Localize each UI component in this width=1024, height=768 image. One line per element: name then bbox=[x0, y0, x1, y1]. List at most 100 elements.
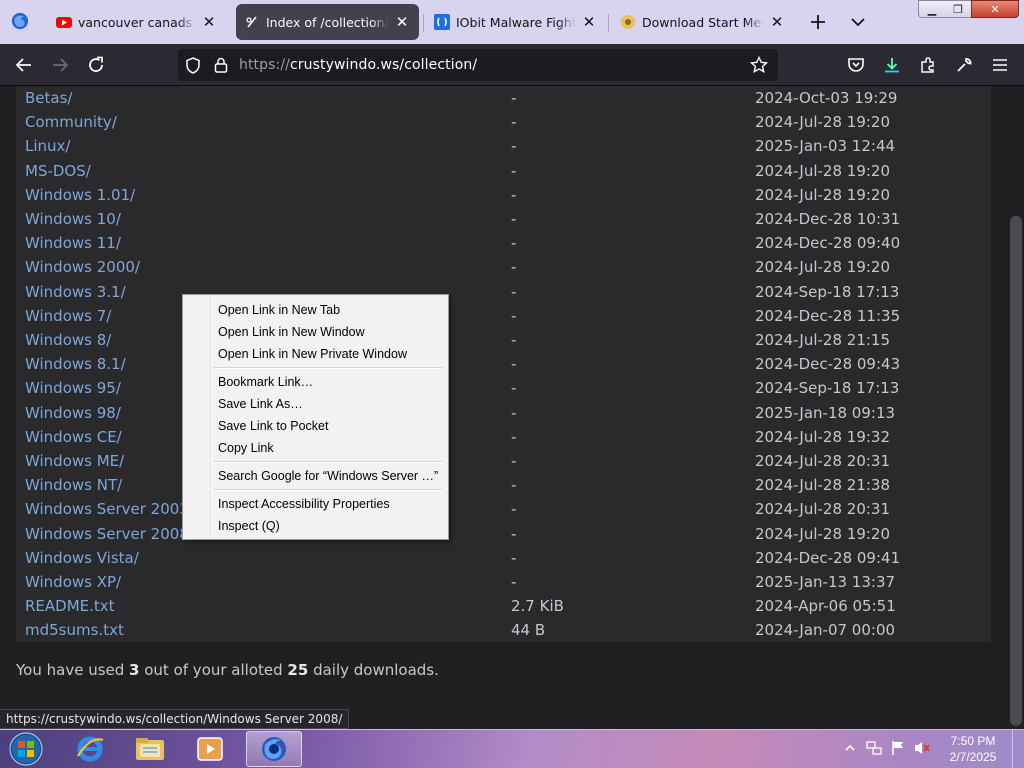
file-link[interactable]: Windows 2000/ bbox=[25, 258, 140, 276]
tab-index-collection[interactable]: Index of /collection/ ✕ bbox=[236, 4, 419, 40]
taskbar-file-explorer[interactable] bbox=[122, 731, 178, 767]
shield-icon[interactable] bbox=[183, 55, 203, 75]
taskbar-clock[interactable]: 7:50 PM 2/7/2025 bbox=[938, 733, 1008, 765]
usage-limit-count: 25 bbox=[287, 661, 309, 679]
link-context-menu: Open Link in New Tab Open Link in New Win… bbox=[182, 294, 449, 540]
file-link[interactable]: Windows 1.01/ bbox=[25, 186, 135, 204]
action-center-tray-icon[interactable] bbox=[890, 740, 906, 756]
taskbar-internet-explorer[interactable] bbox=[62, 731, 118, 767]
tab-iobit[interactable]: IObit Malware Fighter Download ✕ bbox=[426, 4, 606, 40]
file-link[interactable]: md5sums.txt bbox=[25, 621, 124, 639]
network-tray-icon[interactable] bbox=[866, 740, 882, 756]
listing-row: Windows 7/ - 2024-Dec-28 11:35 bbox=[16, 304, 991, 328]
pocket-button[interactable] bbox=[842, 51, 870, 79]
context-menu-item[interactable]: Bookmark Link… bbox=[218, 375, 313, 389]
list-all-tabs-button[interactable] bbox=[844, 8, 872, 36]
file-link[interactable]: Windows 8/ bbox=[25, 331, 111, 349]
close-tab-icon[interactable]: ✕ bbox=[200, 13, 218, 31]
file-date: 2024-Dec-28 11:35 bbox=[755, 306, 901, 325]
reload-button[interactable] bbox=[82, 51, 110, 79]
url-text[interactable]: https://crustywindo.ws/collection/ bbox=[239, 57, 477, 73]
restore-button[interactable]: ❐ bbox=[945, 0, 972, 18]
taskbar-media-player[interactable] bbox=[182, 731, 238, 767]
url-bar[interactable]: https://crustywindo.ws/collection/ bbox=[178, 49, 778, 81]
file-link[interactable]: Windows NT/ bbox=[25, 476, 122, 494]
file-link[interactable]: MS-DOS/ bbox=[25, 162, 91, 180]
context-menu-item[interactable]: Open Link in New Private Window bbox=[218, 347, 407, 361]
downloads-button[interactable] bbox=[878, 51, 906, 79]
context-menu-item[interactable]: Search Google for “Windows Server …” bbox=[218, 469, 438, 483]
download-usage-notice: You have used 3 out of your alloted 25 d… bbox=[16, 661, 439, 679]
start-button[interactable] bbox=[6, 731, 46, 767]
file-link[interactable]: Windows Server 2008/ bbox=[25, 525, 194, 543]
listing-row: Windows Server 2003/ - 2024-Jul-28 20:31 bbox=[16, 497, 991, 521]
file-size: - bbox=[511, 331, 517, 349]
lock-icon[interactable] bbox=[211, 55, 231, 75]
file-link[interactable]: Windows 10/ bbox=[25, 210, 121, 228]
pocket-icon bbox=[848, 58, 864, 72]
page-scrollbar[interactable] bbox=[1008, 86, 1024, 729]
context-menu-item[interactable]: Copy Link bbox=[218, 441, 274, 455]
context-menu-item[interactable]: Inspect Accessibility Properties bbox=[218, 497, 390, 511]
restore-icon: ❐ bbox=[953, 2, 963, 16]
tab-start-menu-8[interactable]: Download Start Menu 8 ✕ bbox=[612, 4, 794, 40]
file-link[interactable]: Windows Server 2003/ bbox=[25, 500, 194, 518]
minimize-button[interactable]: ▁ bbox=[918, 0, 946, 18]
file-size: - bbox=[511, 234, 517, 253]
file-link[interactable]: Windows ME/ bbox=[25, 452, 124, 470]
close-tab-icon[interactable]: ✕ bbox=[580, 13, 598, 31]
file-size: - bbox=[511, 548, 517, 567]
listing-row: Windows 95/ - 2024-Sep-18 17:13 bbox=[16, 376, 991, 400]
file-size: - bbox=[511, 258, 517, 277]
context-menu-item[interactable]: Save Link As… bbox=[218, 397, 303, 411]
listing-row: Windows XP/ - 2025-Jan-13 13:37 bbox=[16, 570, 991, 594]
back-button[interactable] bbox=[10, 51, 38, 79]
scroll-thumb[interactable] bbox=[1010, 216, 1022, 726]
file-link[interactable]: Windows CE/ bbox=[25, 428, 122, 446]
close-tab-icon[interactable]: ✕ bbox=[768, 13, 786, 31]
file-date: 2024-Oct-03 19:29 bbox=[755, 89, 898, 107]
file-link[interactable]: Windows 11/ bbox=[25, 234, 121, 252]
volume-tray-icon[interactable] bbox=[914, 740, 930, 756]
close-window-button[interactable]: ✕ bbox=[971, 0, 1019, 18]
forward-button[interactable] bbox=[46, 51, 74, 79]
file-link[interactable]: Windows 3.1/ bbox=[25, 283, 126, 301]
file-link[interactable]: README.txt bbox=[25, 597, 115, 615]
bookmark-star-icon[interactable] bbox=[749, 55, 769, 75]
file-link[interactable]: Betas/ bbox=[25, 89, 72, 107]
file-link[interactable]: Windows XP/ bbox=[25, 573, 121, 591]
new-tab-button[interactable] bbox=[804, 8, 832, 36]
clock-date: 2/7/2025 bbox=[949, 750, 997, 764]
tab-title: Index of /collection/ bbox=[266, 14, 389, 30]
show-hidden-icons-button[interactable] bbox=[842, 740, 858, 756]
file-date: 2024-Dec-28 09:41 bbox=[755, 548, 901, 567]
app-menu-button[interactable] bbox=[986, 51, 1014, 79]
usage-text: daily downloads. bbox=[308, 661, 439, 679]
clock-time: 7:50 PM bbox=[950, 734, 996, 748]
file-date: 2024-Jul-28 20:31 bbox=[755, 452, 891, 470]
file-link[interactable]: Windows 98/ bbox=[25, 404, 121, 422]
file-link[interactable]: Windows 95/ bbox=[25, 379, 121, 397]
context-menu-item[interactable]: Inspect (Q) bbox=[218, 519, 280, 533]
chevron-up-icon bbox=[845, 744, 855, 751]
file-date: 2024-Jan-07 00:00 bbox=[755, 621, 896, 640]
show-desktop-button[interactable] bbox=[1012, 730, 1024, 768]
extensions-button[interactable] bbox=[914, 51, 942, 79]
firefox-view-icon[interactable] bbox=[11, 12, 29, 30]
file-link[interactable]: Windows 8.1/ bbox=[25, 355, 126, 373]
context-menu-item[interactable]: Open Link in New Tab bbox=[218, 303, 340, 317]
puzzle-icon bbox=[921, 57, 934, 73]
file-link[interactable]: Windows 7/ bbox=[25, 307, 111, 325]
context-menu-item[interactable]: Save Link to Pocket bbox=[218, 419, 328, 433]
taskbar-firefox[interactable] bbox=[246, 731, 302, 767]
context-menu-item[interactable]: Open Link in New Window bbox=[218, 325, 365, 339]
close-tab-icon[interactable]: ✕ bbox=[393, 13, 411, 31]
file-link[interactable]: Community/ bbox=[25, 113, 117, 131]
file-link[interactable]: Linux/ bbox=[25, 137, 70, 155]
file-link[interactable]: Windows Vista/ bbox=[25, 549, 139, 567]
download-site-icon bbox=[621, 15, 635, 29]
tab-youtube[interactable]: vancouver canads - YouTube ✕ bbox=[48, 4, 226, 40]
customize-button[interactable] bbox=[950, 51, 978, 79]
listing-row: Windows 2000/ - 2024-Jul-28 19:20 bbox=[16, 255, 991, 279]
file-date: 2025-Jan-18 09:13 bbox=[755, 403, 896, 422]
